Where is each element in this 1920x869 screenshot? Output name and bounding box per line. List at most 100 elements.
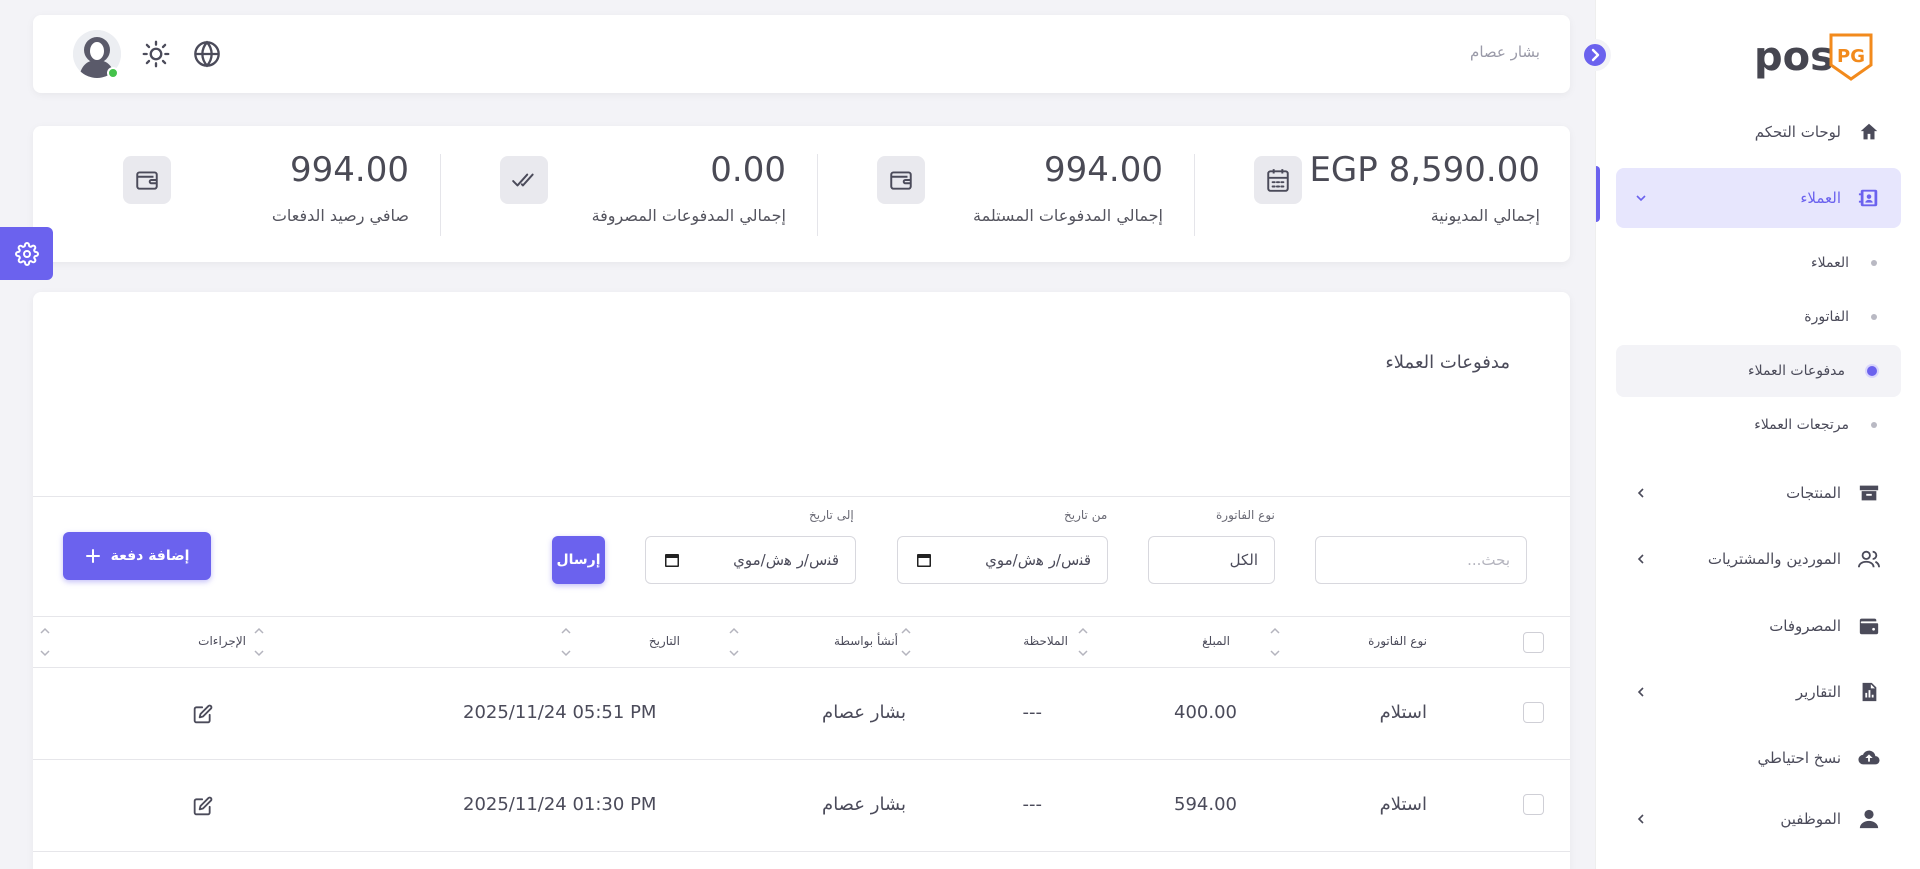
column-header-actions: الإجراءات — [198, 634, 246, 648]
from-date-value: ﻗﻨﺱ/ﺭ ﻫﺵ/ﻣﻮﻱ — [985, 551, 1091, 569]
to-date-input[interactable]: ﻗﻨﺱ/ﺭ ﻫﺵ/ﻣﻮﻱ — [645, 536, 856, 584]
users-icon — [1855, 548, 1883, 570]
sort-icon[interactable] — [900, 625, 912, 659]
submit-filter-button[interactable]: إرسال — [552, 536, 605, 584]
cell-date: 2025/11/24 05:51 PM — [463, 702, 657, 723]
sidebar-item-label: الموردين والمشتريات — [1707, 550, 1841, 568]
column-header-created-by[interactable]: أنشأ بواسطة — [834, 634, 898, 648]
column-header-invoice-type[interactable]: نوع الفاتورة — [1368, 634, 1427, 648]
from-date-input[interactable]: ﻗﻨﺱ/ﺭ ﻫﺵ/ﻣﻮﻱ — [897, 536, 1108, 584]
to-date-value: ﻗﻨﺱ/ﺭ ﻫﺵ/ﻣﻮﻱ — [733, 551, 839, 569]
sidebar-item-backup[interactable]: نسخ احتياطي — [1616, 728, 1901, 788]
column-header-note[interactable]: الملاحظة — [1023, 634, 1068, 648]
cell-amount: 594.00 — [1174, 794, 1237, 815]
header-user-name: بشار عصام — [1470, 43, 1540, 61]
contacts-icon — [1855, 187, 1883, 209]
brand-name: pos — [1754, 34, 1834, 80]
table-row: استلام 400.00 --- بشار عصام 2025/11/24 0… — [33, 668, 1570, 760]
cell-invoice-type: استلام — [1379, 702, 1427, 723]
stat-label: إجمالي المدفوعات المصروفة — [591, 206, 786, 225]
stat-value: EGP 8,590.00 — [1309, 150, 1540, 190]
sidebar-item-label: نسخ احتياطي — [1757, 749, 1841, 767]
cell-created-by: بشار عصام — [822, 794, 906, 815]
sidebar-item-products[interactable]: المنتجات — [1616, 463, 1901, 523]
cell-amount: 400.00 — [1174, 702, 1237, 723]
column-header-date[interactable]: التاريخ — [649, 634, 680, 648]
sort-icon[interactable] — [39, 625, 51, 659]
globe-icon — [194, 40, 220, 68]
sort-icon[interactable] — [253, 625, 265, 659]
cell-date: 2025/11/24 01:30 PM — [463, 794, 657, 815]
cell-note: --- — [1022, 702, 1043, 723]
stat-label: إجمالي المديونية — [1430, 206, 1540, 225]
sidebar-subitem-label: مدفوعات العملاء — [1748, 363, 1845, 379]
add-payment-label: إضافة دفعة — [110, 548, 190, 564]
sidebar-item-suppliers[interactable]: الموردين والمشتريات — [1616, 529, 1901, 589]
to-date-label: إلى تاريخ — [809, 508, 854, 522]
column-header-amount[interactable]: المبلغ — [1202, 634, 1230, 648]
sidebar-subitem-customers[interactable]: العملاء — [1616, 237, 1901, 289]
plus-icon — [85, 549, 100, 563]
invoice-type-label: نوع الفاتورة — [1216, 508, 1275, 522]
chevron-left-icon — [1637, 814, 1644, 824]
sidebar-item-label: العملاء — [1800, 189, 1841, 207]
row-checkbox[interactable] — [1523, 794, 1544, 815]
stat-divider — [1194, 154, 1195, 236]
from-date-label: من تاريخ — [1064, 508, 1108, 522]
edit-button[interactable] — [193, 704, 213, 724]
sidebar-subitem-label: مرتجعات العملاء — [1754, 417, 1849, 433]
sort-icon[interactable] — [1077, 625, 1089, 659]
stat-label: إجمالي المدفوعات المستلمة — [972, 206, 1163, 225]
sidebar-item-label: لوحات التحكم — [1754, 123, 1841, 141]
page-title: مدفوعات العملاء — [1385, 352, 1510, 373]
sidebar-subitem-customer-payments[interactable]: مدفوعات العملاء — [1616, 345, 1901, 397]
gear-icon — [14, 241, 39, 266]
calendar-icon[interactable] — [664, 552, 680, 568]
sidebar: pos PG لوحات التحكم العملاء العملاء الفا… — [1595, 0, 1920, 869]
stat-icon-box — [500, 156, 548, 204]
bullet-icon — [1871, 260, 1877, 266]
stat-value: 0.00 — [710, 150, 786, 190]
card-divider — [33, 496, 1570, 497]
cell-invoice-type: استلام — [1379, 794, 1427, 815]
sidebar-subitem-customer-returns[interactable]: مرتجعات العملاء — [1616, 399, 1901, 451]
sidebar-item-dashboards[interactable]: لوحات التحكم — [1616, 102, 1901, 162]
cell-created-by: بشار عصام — [822, 702, 906, 723]
sidebar-item-reports[interactable]: التقارير — [1616, 662, 1901, 722]
customizer-settings-button[interactable] — [0, 227, 53, 280]
language-button[interactable] — [193, 40, 221, 68]
stat-total-debt: EGP 8,590.00 إجمالي المديونية — [1194, 126, 1570, 262]
sidebar-item-employees[interactable]: الموظفين — [1616, 789, 1901, 849]
stat-value: 994.00 — [290, 150, 409, 190]
sidebar-item-label: المنتجات — [1786, 484, 1841, 502]
wallet-icon — [136, 171, 158, 190]
sort-icon[interactable] — [728, 625, 740, 659]
sidebar-collapse-button[interactable] — [1579, 39, 1611, 71]
add-payment-button[interactable]: إضافة دفعة — [63, 532, 211, 580]
theme-toggle-button[interactable] — [142, 40, 170, 68]
calendar-icon[interactable] — [916, 552, 932, 568]
chevron-down-icon — [1636, 195, 1646, 202]
edit-button[interactable] — [193, 796, 213, 816]
chevron-right-icon — [1591, 48, 1600, 62]
chevron-left-icon — [1637, 488, 1644, 498]
sidebar-item-label: التقارير — [1795, 683, 1841, 701]
sidebar-item-customers[interactable]: العملاء — [1616, 168, 1901, 228]
sidebar-item-expenses[interactable]: المصروفات — [1616, 596, 1901, 656]
sidebar-subitem-invoice[interactable]: الفاتورة — [1616, 291, 1901, 343]
brand-emblem-text: PG — [1837, 46, 1865, 67]
stat-icon-box — [1254, 156, 1302, 204]
chevron-left-icon — [1637, 687, 1644, 697]
calendar-icon — [1267, 169, 1289, 192]
sort-icon[interactable] — [560, 625, 572, 659]
double-check-icon — [512, 173, 534, 187]
sort-icon[interactable] — [1269, 625, 1281, 659]
wallet-icon — [1855, 615, 1883, 637]
invoice-type-select[interactable]: الكل — [1148, 536, 1275, 584]
brand-emblem-icon: PG — [1829, 33, 1873, 81]
select-all-checkbox[interactable] — [1523, 632, 1544, 653]
row-checkbox[interactable] — [1523, 702, 1544, 723]
brand-logo[interactable]: pos PG — [1754, 32, 1894, 82]
search-input[interactable]: بحث... — [1315, 536, 1527, 584]
stat-label: صافي رصيد الدفعات — [271, 206, 409, 225]
